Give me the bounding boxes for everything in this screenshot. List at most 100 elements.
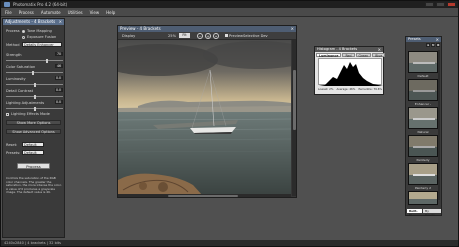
tab-green[interactable]: Green [355, 53, 372, 58]
preview-title: Preview - 4 Brackets [120, 26, 161, 31]
lighting-adjustments-value[interactable]: 0.0 [55, 100, 63, 104]
histogram-tabs: Luminance Red Green Blue [316, 53, 386, 58]
tab-blue[interactable]: Blue [372, 53, 386, 58]
detail-contrast-value[interactable]: 0.0 [55, 88, 63, 92]
lighting-effects-checkbox[interactable]: Lighting Effects Mode [6, 112, 50, 116]
slider-thumb[interactable] [46, 58, 48, 63]
zoom-in-icon[interactable]: + [205, 33, 211, 39]
horizontal-scrollbar[interactable] [118, 194, 291, 197]
preset-thumb-natural[interactable] [408, 107, 438, 129]
presets-label: Presets: [6, 151, 21, 155]
fit-button[interactable]: Fit [179, 33, 190, 38]
lighting-effects-label: Lighting Effects Mode [11, 112, 50, 116]
menu-automate[interactable]: Automate [41, 10, 61, 15]
lighting-adjustments-slider[interactable] [6, 106, 63, 111]
add-preset-icon[interactable]: + [426, 43, 430, 47]
preset-thumb-painterly-2[interactable] [408, 163, 438, 185]
presets-tabs: Built-In My Presets [407, 209, 441, 217]
detail-contrast-slider[interactable] [6, 94, 63, 99]
tone-mapping-radio[interactable]: Tone Mapping [22, 29, 52, 33]
scroll-thumb[interactable] [292, 70, 296, 130]
preview-toolbar: Display 25% Fit − + • Preview Selective … [118, 32, 296, 40]
tab-luminance[interactable]: Luminance [316, 53, 342, 58]
preset-thumb-painterly[interactable] [408, 135, 438, 157]
thumb-image [409, 164, 437, 184]
reset-select[interactable]: Default [22, 142, 44, 147]
minimize-button[interactable] [425, 2, 434, 7]
method-select[interactable]: Details Enhancer [22, 42, 62, 47]
strength-value[interactable]: 70 [55, 52, 63, 56]
presets-panel: Presets × + ↻ ⚙ Default Enhancer - Paint… [405, 36, 442, 217]
process-button[interactable]: Process [17, 163, 50, 169]
thumb-image [409, 52, 437, 72]
menu-process[interactable]: Process [19, 10, 34, 15]
presets-scrollbar[interactable] [438, 50, 440, 200]
preset-label: Natural [417, 130, 429, 134]
stat-average: Average: 46% [336, 87, 356, 91]
luminosity-value[interactable]: 0.0 [55, 76, 63, 80]
selective-dev-label[interactable]: Selective Dev [243, 34, 268, 38]
preview-image[interactable] [118, 40, 291, 196]
menu-view[interactable]: View [90, 10, 100, 15]
thumb-image [409, 108, 437, 128]
exposure-fusion-label: Exposure Fusion [27, 35, 57, 39]
color-saturation-slider[interactable] [6, 70, 63, 75]
presets-title: Presets [408, 37, 421, 41]
histogram-stats: Lowest: 2% Average: 46% Percentile: 79.6… [318, 87, 382, 91]
slider-thumb[interactable] [34, 82, 36, 87]
scroll-thumb[interactable] [168, 194, 238, 197]
vertical-scrollbar[interactable] [292, 40, 296, 196]
zoom-fit-icon[interactable]: • [213, 33, 219, 39]
strength-slider[interactable] [6, 58, 63, 63]
app-icon [4, 2, 10, 7]
preset-label: Painterly 2 [415, 186, 431, 190]
presets-select[interactable]: Default [22, 150, 44, 155]
preset-thumb-painterly-3[interactable] [408, 191, 438, 205]
zoom-value: 25% [168, 34, 176, 38]
exposure-fusion-radio[interactable]: Exposure Fusion [22, 35, 56, 39]
preview-checkbox[interactable]: Preview [225, 34, 243, 38]
luminosity-slider[interactable] [6, 82, 63, 87]
display-label: Display [122, 34, 136, 38]
status-text: 4240x2840 | 4 brackets | 32 bits [4, 241, 61, 245]
color-saturation-value[interactable]: 46 [55, 64, 63, 68]
menu-help[interactable]: Help [106, 10, 115, 15]
slider-thumb[interactable] [34, 106, 36, 111]
window-title: Photomatix Pro 4.2 (64-bit) [13, 2, 68, 7]
close-icon[interactable]: × [378, 47, 381, 52]
histogram-graph [318, 58, 383, 86]
slider-thumb[interactable] [32, 70, 34, 75]
tab-built-in[interactable]: Built-In [407, 209, 422, 217]
close-icon[interactable]: × [59, 19, 62, 25]
histogram-title-bar[interactable]: Histogram - 4 Brackets × [315, 47, 383, 52]
histogram-window: Histogram - 4 Brackets × Luminance Red G… [314, 46, 386, 95]
adjustments-title-bar[interactable]: Adjustments - 4 Brackets × [3, 19, 64, 25]
zoom-out-icon[interactable]: − [197, 33, 203, 39]
tab-my-presets[interactable]: My Presets [422, 209, 441, 217]
menu-utilities[interactable]: Utilities [68, 10, 83, 15]
window-controls [425, 2, 456, 7]
histogram-curve [319, 62, 383, 86]
process-label: Process [6, 29, 20, 33]
strength-label: Strength [6, 53, 22, 57]
thumb-image [409, 136, 437, 156]
settings-icon[interactable]: ⚙ [436, 43, 440, 47]
method-label: Method [6, 43, 20, 47]
tab-red[interactable]: Red [342, 53, 355, 58]
show-advanced-options-button[interactable]: Show Advanced Options [6, 129, 61, 134]
preset-thumb-default[interactable] [408, 51, 438, 73]
preview-window: Preview - 4 Brackets × Display 25% Fit −… [117, 25, 297, 198]
close-button[interactable] [447, 2, 456, 7]
menu-file[interactable]: File [5, 10, 12, 15]
stat-percentile: Percentile: 79.6% [358, 87, 382, 91]
title-bar: Photomatix Pro 4.2 (64-bit) [1, 1, 458, 8]
status-bar: 4240x2840 | 4 brackets | 32 bits [1, 240, 458, 246]
adjustments-panel: Adjustments - 4 Brackets × Process Tone … [2, 18, 65, 238]
slider-thumb[interactable] [34, 94, 36, 99]
show-more-options-button[interactable]: Show More Options [6, 120, 61, 125]
refresh-icon[interactable]: ↻ [431, 43, 435, 47]
thumb-image [409, 80, 437, 100]
maximize-button[interactable] [436, 2, 445, 7]
harbor-photo [118, 40, 291, 196]
preset-thumb-enhancer[interactable] [408, 79, 438, 101]
